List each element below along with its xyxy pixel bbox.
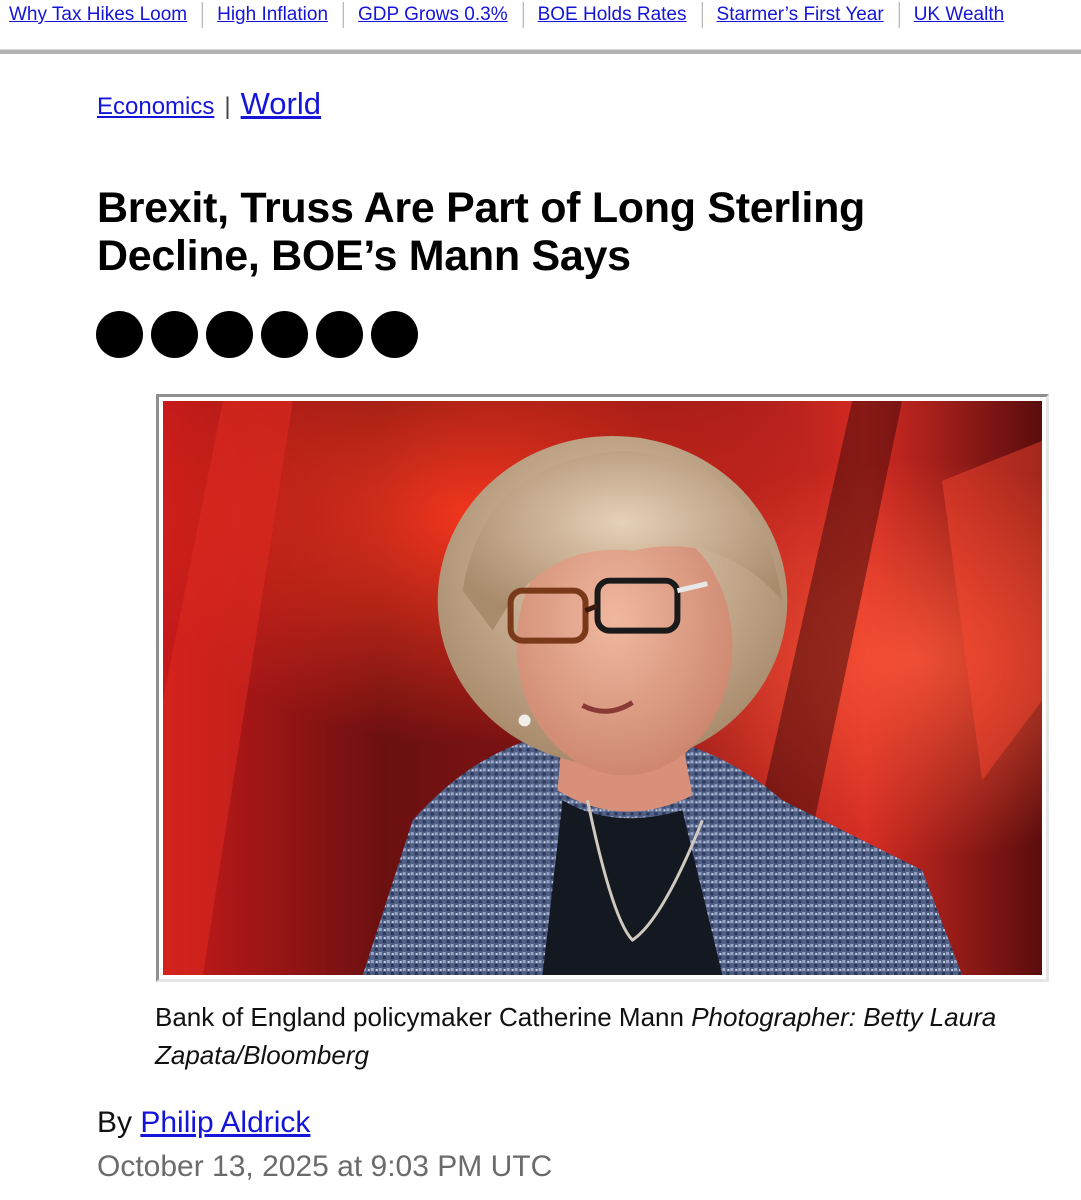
author-link[interactable]: Philip Aldrick [140, 1106, 310, 1139]
breadcrumb-economics[interactable]: Economics [97, 93, 214, 121]
article-photo-frame [156, 394, 1049, 982]
article-photo [163, 401, 1042, 975]
nav-link-tax-hikes[interactable]: Why Tax Hikes Loom [0, 3, 201, 27]
article-headline: Brexit, Truss Are Part of Long Sterling … [97, 184, 866, 280]
nav-link-gdp[interactable]: GDP Grows 0.3% [344, 3, 522, 27]
share-icon[interactable] [261, 311, 308, 358]
breadcrumb-separator: | [224, 93, 231, 120]
byline: By Philip Aldrick [97, 1106, 310, 1140]
share-icon[interactable] [151, 311, 198, 358]
byline-prefix: By [97, 1106, 133, 1139]
nav-link-uk-wealth[interactable]: UK Wealth [900, 3, 1018, 27]
nav-link-starmer[interactable]: Starmer’s First Year [703, 3, 898, 27]
caption-text: Bank of England policymaker Catherine Ma… [155, 1002, 684, 1032]
share-icon[interactable] [206, 311, 253, 358]
publish-date: October 13, 2025 at 9:03 PM UTC [97, 1150, 553, 1183]
photo-caption: Bank of England policymaker Catherine Ma… [155, 998, 1035, 1074]
share-toolbar [96, 311, 426, 358]
nav-link-high-inflation[interactable]: High Inflation [203, 3, 342, 27]
breadcrumb: Economics | World [97, 86, 321, 122]
share-icon[interactable] [371, 311, 418, 358]
header-divider [0, 49, 1081, 54]
share-icon[interactable] [316, 311, 363, 358]
top-navigation: Why Tax Hikes Loom High Inflation GDP Gr… [0, 0, 1081, 32]
nav-link-boe-rates[interactable]: BOE Holds Rates [524, 3, 701, 27]
share-icon[interactable] [96, 311, 143, 358]
breadcrumb-world[interactable]: World [241, 86, 321, 122]
